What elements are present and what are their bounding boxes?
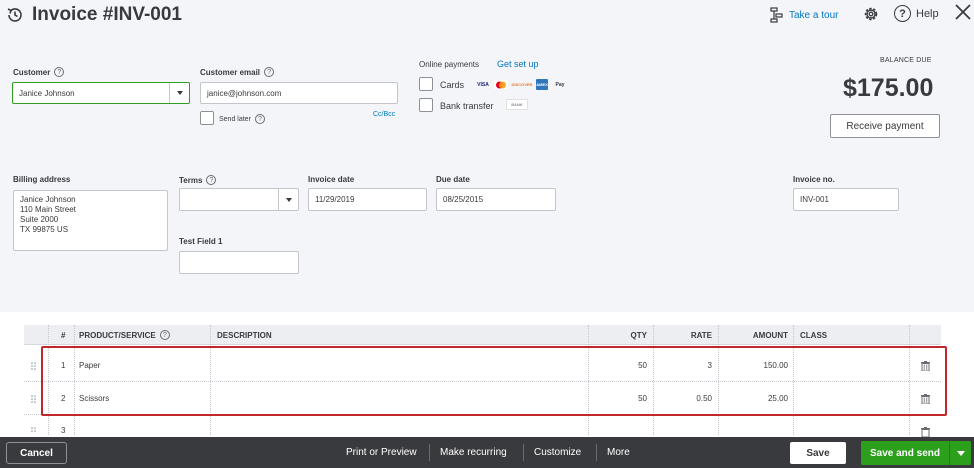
terms-label-text: Terms	[179, 175, 203, 185]
col-description-header: DESCRIPTION	[217, 330, 272, 340]
billing-line: 110 Main Street	[20, 205, 76, 214]
billing-line: TX 99875 US	[20, 225, 69, 234]
customize-button[interactable]: Customize	[534, 437, 581, 468]
invoice-no-label-text: Invoice no.	[793, 175, 835, 184]
col-amount-header: AMOUNT	[752, 330, 788, 340]
cc-bcc-link[interactable]: Cc/Bcc	[373, 111, 395, 118]
col-class-header: CLASS	[800, 330, 828, 340]
history-icon[interactable]	[6, 6, 24, 24]
test-field-label-text: Test Field 1	[179, 237, 223, 246]
save-and-send-button[interactable]: Save and send	[861, 441, 971, 465]
customer-email-field[interactable]: janice@johnson.com	[200, 82, 398, 104]
footer-divider	[596, 444, 597, 461]
customer-value: Janice Johnson	[19, 88, 75, 98]
question-icon[interactable]: ?	[159, 330, 170, 340]
test-field-input[interactable]	[179, 251, 299, 274]
trash-icon[interactable]	[921, 427, 930, 437]
make-recurring-button[interactable]: Make recurring	[440, 437, 507, 468]
invoice-date-value: 11/29/2019	[315, 195, 355, 204]
due-date-label: Due date	[436, 175, 470, 184]
row-num: 3	[61, 426, 66, 435]
terms-label: Terms ?	[179, 175, 217, 185]
col-rate-header: RATE	[690, 330, 712, 340]
get-set-up-link[interactable]: Get set up	[497, 59, 539, 69]
drag-handle-icon[interactable]	[31, 427, 37, 435]
chevron-down-icon[interactable]	[169, 83, 189, 103]
due-date-label-text: Due date	[436, 175, 470, 184]
question-icon[interactable]: ?	[54, 67, 65, 77]
drag-handle-icon[interactable]	[31, 362, 37, 370]
save-and-send-label: Save and send	[869, 447, 941, 459]
save-button[interactable]: Save	[790, 442, 846, 464]
question-icon[interactable]: ?	[264, 67, 275, 77]
footer-bar: Cancel Print or Preview Make recurring C…	[0, 437, 974, 468]
take-tour-label: Take a tour	[789, 9, 839, 21]
billing-line: Janice Johnson	[20, 195, 76, 204]
cards-checkbox[interactable]	[419, 77, 433, 91]
billing-address-label: Billing address	[13, 175, 70, 184]
terms-select[interactable]	[179, 188, 299, 211]
cancel-button[interactable]: Cancel	[6, 442, 67, 464]
help-icon: ?	[894, 5, 911, 22]
help-label: Help	[916, 7, 939, 20]
due-date-field[interactable]: 08/25/2015	[436, 188, 556, 211]
billing-address-field[interactable]: Janice Johnson 110 Main Street Suite 200…	[13, 190, 168, 251]
bank-transfer-label: Bank transfer	[440, 101, 494, 111]
customer-email-label: Customer email ?	[200, 67, 275, 77]
help-button[interactable]: ? Help	[894, 5, 939, 22]
footer-divider	[523, 444, 524, 461]
balance-due-label: BALANCE DUE	[880, 57, 932, 64]
col-num-header: #	[61, 330, 66, 340]
invoice-no-label: Invoice no.	[793, 175, 835, 184]
footer-divider	[429, 444, 430, 461]
invoice-no-value: INV-001	[800, 195, 829, 204]
question-icon[interactable]: ?	[206, 175, 217, 185]
col-qty-header: QTY	[630, 330, 647, 340]
page-title: Invoice #INV-001	[32, 4, 182, 25]
send-later-text: Send later	[219, 115, 251, 123]
invoice-date-field[interactable]: 11/29/2019	[308, 188, 427, 211]
more-button[interactable]: More	[607, 437, 630, 468]
billing-line: Suite 2000	[20, 215, 59, 224]
amex-icon: AMEX	[536, 79, 548, 90]
test-field-label: Test Field 1	[179, 237, 222, 246]
receive-payment-button[interactable]: Receive payment	[830, 114, 940, 138]
chevron-down-icon[interactable]	[278, 189, 298, 210]
send-later-label: Send later ?	[219, 114, 265, 124]
rows-highlight-box	[41, 346, 947, 416]
billing-address-label-text: Billing address	[13, 175, 71, 184]
print-preview-button[interactable]: Print or Preview	[346, 437, 417, 468]
send-later-checkbox[interactable]	[200, 111, 214, 125]
invoice-header: Invoice #INV-001 Take a tour ? Help	[0, 0, 974, 36]
customer-label-text: Customer	[13, 67, 51, 77]
customer-email-value: janice@johnson.com	[207, 88, 282, 98]
bank-icon: BANK	[506, 99, 528, 110]
col-product-header: PRODUCT/SERVICE ?	[79, 325, 170, 345]
visa-icon: VISA	[477, 81, 489, 88]
invoice-no-field[interactable]: INV-001	[793, 188, 899, 211]
tour-icon	[770, 7, 783, 23]
invoice-date-label: Invoice date	[308, 175, 354, 184]
table-row[interactable]: 3	[24, 415, 941, 437]
discover-icon: DISCOVER	[511, 82, 533, 87]
customer-select[interactable]: Janice Johnson	[12, 82, 190, 104]
table-header: # PRODUCT/SERVICE ? DESCRIPTION QTY RATE…	[24, 325, 941, 345]
apple-pay-icon: Pay	[555, 81, 565, 88]
customer-label: Customer ?	[13, 67, 65, 77]
chevron-down-icon[interactable]	[949, 441, 971, 465]
customer-email-label-text: Customer email	[200, 67, 261, 77]
gear-icon[interactable]	[862, 5, 880, 23]
bank-transfer-checkbox[interactable]	[419, 98, 433, 112]
drag-handle-icon[interactable]	[31, 395, 37, 403]
balance-due-amount: $175.00	[843, 74, 934, 102]
col-product-label: PRODUCT/SERVICE	[79, 330, 156, 340]
due-date-value: 08/25/2015	[443, 195, 484, 204]
question-icon[interactable]: ?	[254, 114, 265, 124]
cards-label: Cards	[440, 80, 465, 90]
take-tour-link[interactable]: Take a tour	[770, 7, 838, 23]
online-payments-label: Online payments	[419, 60, 480, 69]
close-icon[interactable]	[954, 3, 972, 21]
mastercard-icon	[494, 80, 508, 89]
invoice-date-label-text: Invoice date	[308, 175, 355, 184]
